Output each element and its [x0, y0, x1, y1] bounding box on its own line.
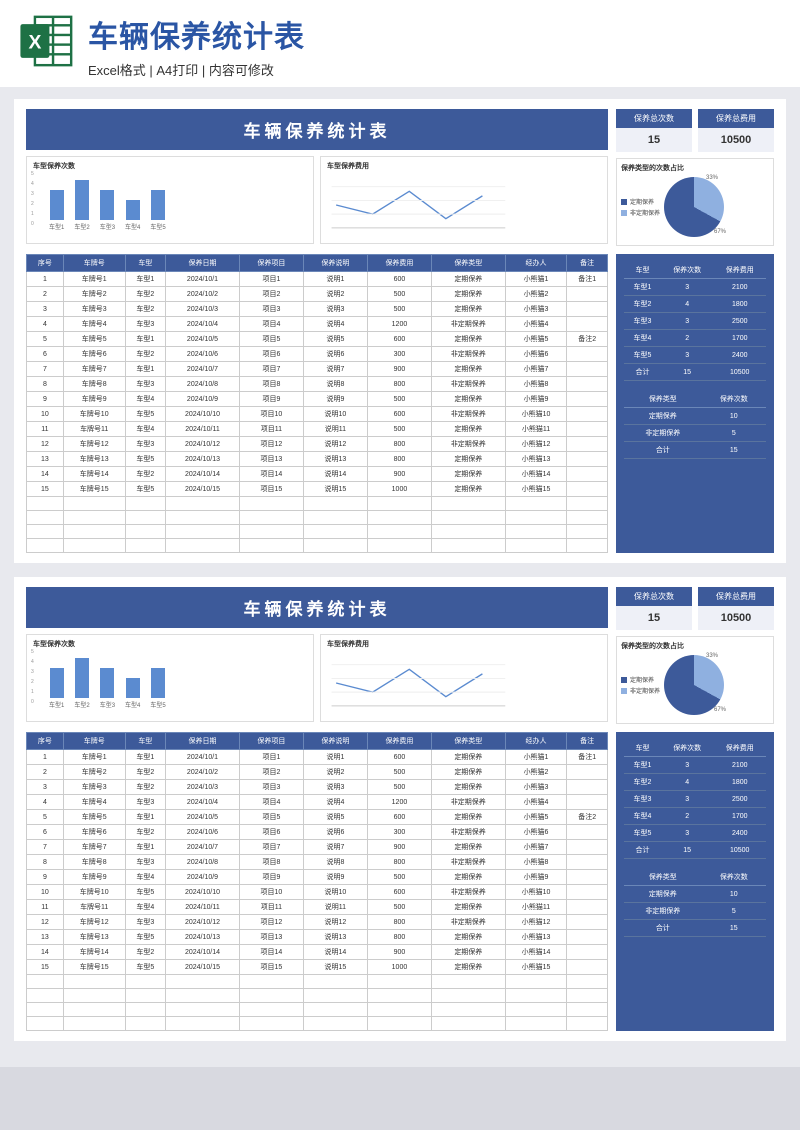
main-table: 序号车牌号车型保养日期保养项目保养说明保养费用保养类型经办人备注1车牌号1车型1… [26, 254, 608, 553]
kpi-card: 保养总费用10500 [698, 587, 774, 630]
side-table-type: 车型保养次数保养费用车型132100车型241800车型332500车型4217… [624, 740, 766, 859]
svg-text:X: X [28, 32, 41, 53]
page-header: X 车辆保养统计表 Excel格式 | A4打印 | 内容可修改 [0, 0, 800, 87]
excel-icon: X [18, 12, 76, 70]
bar-chart: 车型保养次数 543210 车型1车型2车型3车型4车型5 [26, 156, 314, 244]
document-page: 车辆保养统计表 车型保养次数 543210 车型1车型2车型3车型4车型5 车型… [14, 99, 786, 563]
page-title: 车辆保养统计表 [88, 12, 782, 56]
page-subtitle: Excel格式 | A4打印 | 内容可修改 [88, 60, 782, 79]
doc-title: 车辆保养统计表 [26, 109, 608, 150]
line-chart: 车型保养费用 [320, 634, 608, 722]
pie-chart: 保养类型的次数占比 定期保养非定期保养 33% 67% [616, 158, 774, 246]
side-table-category: 保养类型保养次数定期保养10非定期保养5合计15 [624, 869, 766, 937]
side-table-category: 保养类型保养次数定期保养10非定期保养5合计15 [624, 391, 766, 459]
page-body: 车辆保养统计表 车型保养次数 543210 车型1车型2车型3车型4车型5 车型… [0, 87, 800, 1067]
document-page: 车辆保养统计表 车型保养次数 543210 车型1车型2车型3车型4车型5 车型… [14, 577, 786, 1041]
kpi-card: 保养总次数15 [616, 587, 692, 630]
side-panel: 车型保养次数保养费用车型132100车型241800车型332500车型4217… [616, 254, 774, 553]
bar-chart: 车型保养次数 543210 车型1车型2车型3车型4车型5 [26, 634, 314, 722]
side-panel: 车型保养次数保养费用车型132100车型241800车型332500车型4217… [616, 732, 774, 1031]
line-chart: 车型保养费用 [320, 156, 608, 244]
kpi-card: 保养总费用10500 [698, 109, 774, 152]
kpi-card: 保养总次数15 [616, 109, 692, 152]
doc-title: 车辆保养统计表 [26, 587, 608, 628]
pie-chart: 保养类型的次数占比 定期保养非定期保养 33% 67% [616, 636, 774, 724]
main-table: 序号车牌号车型保养日期保养项目保养说明保养费用保养类型经办人备注1车牌号1车型1… [26, 732, 608, 1031]
side-table-type: 车型保养次数保养费用车型132100车型241800车型332500车型4217… [624, 262, 766, 381]
